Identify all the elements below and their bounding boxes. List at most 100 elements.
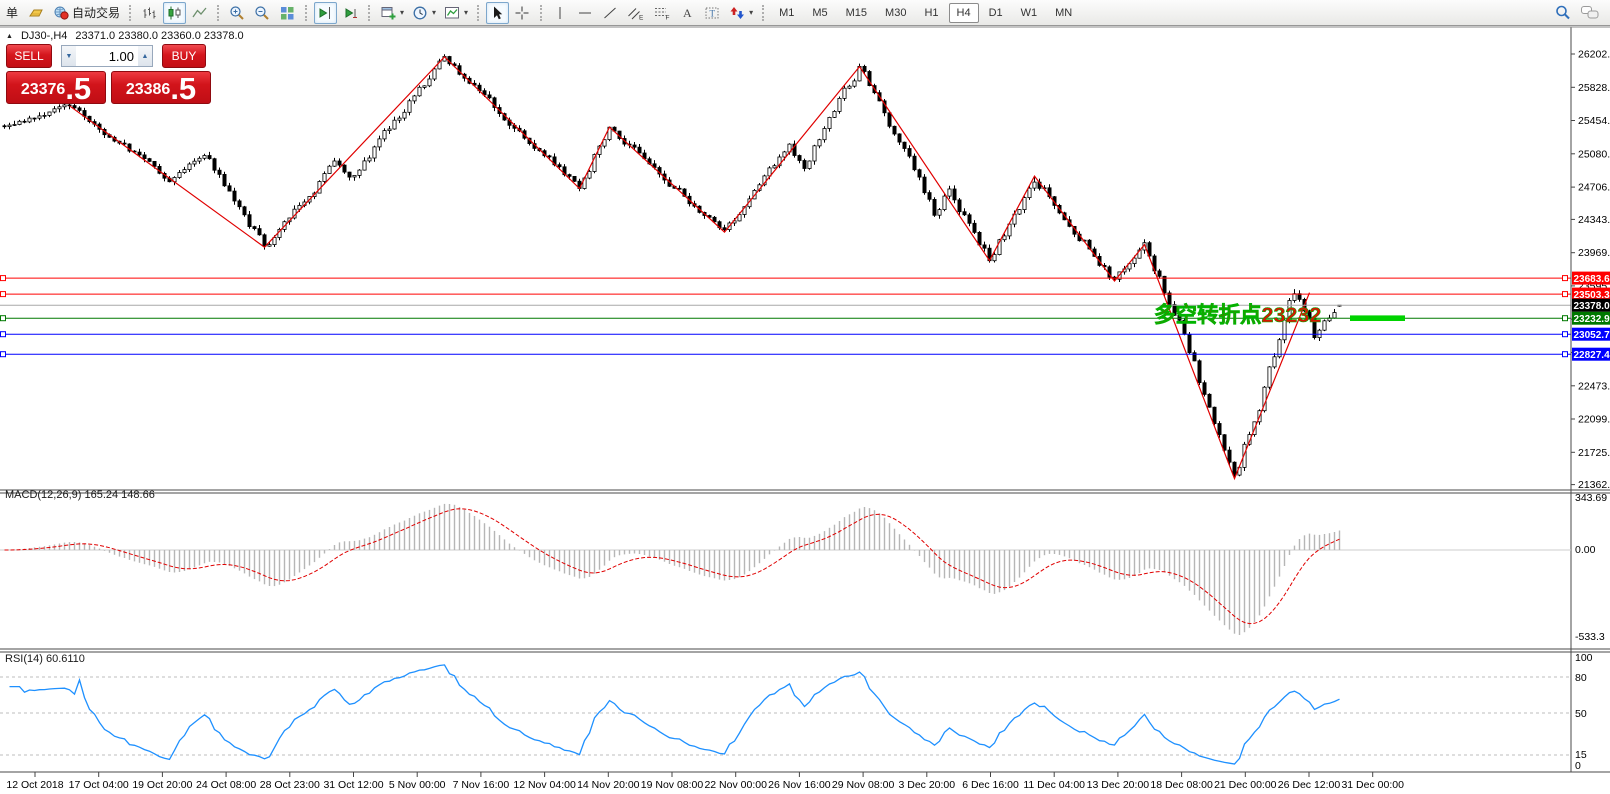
- new-order-label: 单: [4, 4, 20, 21]
- svg-text:14 Nov 20:00: 14 Nov 20:00: [577, 779, 640, 791]
- svg-text:12 Oct 2018: 12 Oct 2018: [6, 779, 63, 791]
- tile-windows-icon: [279, 5, 296, 21]
- one-click-trading-panel: SELL ▼ ▲ BUY 23376.5 23386.5: [6, 44, 212, 104]
- horizontal-line-button[interactable]: [574, 2, 597, 24]
- svg-text:26 Dec 12:00: 26 Dec 12:00: [1278, 779, 1341, 791]
- chart-ohlc: 23371.0 23380.0 23360.0 23378.0: [75, 30, 243, 42]
- zoom-out-button[interactable]: [251, 2, 274, 24]
- candlestick-chart-button[interactable]: [163, 2, 186, 24]
- toolbar-grip: [762, 5, 765, 21]
- svg-text:25454.0: 25454.0: [1578, 115, 1610, 127]
- timeframe-button-m5[interactable]: M5: [804, 3, 835, 23]
- svg-text:100: 100: [1575, 652, 1593, 664]
- chart-canvas[interactable]: 多空转折点23232 26202.0 25828.0 25454.0 25080.0 24…: [0, 0, 1610, 794]
- svg-text:-533.3: -533.3: [1575, 631, 1605, 643]
- new-chart-icon: [380, 5, 397, 21]
- collapse-panel-icon[interactable]: ▲: [6, 33, 13, 40]
- timeframe-button-mn[interactable]: MN: [1047, 3, 1080, 23]
- timeframe-button-m15[interactable]: M15: [838, 3, 875, 23]
- svg-text:13 Dec 20:00: 13 Dec 20:00: [1087, 779, 1150, 791]
- svg-text:24706.0: 24706.0: [1578, 182, 1610, 194]
- toolbar-grip: [217, 5, 220, 21]
- gold-button[interactable]: [25, 2, 48, 24]
- svg-text:多空转折点23232: 多空转折点23232: [1154, 302, 1321, 327]
- sell-price-display[interactable]: 23376.5: [6, 71, 106, 104]
- timeframe-button-h1[interactable]: H1: [916, 3, 946, 23]
- zoom-in-button[interactable]: [226, 2, 249, 24]
- svg-text:343.69: 343.69: [1575, 492, 1607, 504]
- svg-text:E: E: [639, 14, 644, 21]
- cursor-button[interactable]: [486, 2, 509, 24]
- svg-text:24343.0: 24343.0: [1578, 214, 1610, 226]
- chart-shift-icon: [317, 5, 334, 21]
- bar-chart-button[interactable]: [138, 2, 161, 24]
- timeframe-toolbar: M1M5M15M30H1H4D1W1MN: [770, 3, 1081, 23]
- vertical-line-button[interactable]: [549, 2, 572, 24]
- search-button[interactable]: [1551, 2, 1575, 24]
- svg-text:T: T: [710, 8, 716, 18]
- crosshair-icon: [514, 5, 531, 21]
- svg-text:6 Dec 16:00: 6 Dec 16:00: [962, 779, 1019, 791]
- tile-windows-button[interactable]: [276, 2, 299, 24]
- auto-trading-button[interactable]: 自动交易: [50, 2, 123, 24]
- sell-price-frac: .5: [65, 77, 91, 102]
- svg-text:26202.0: 26202.0: [1578, 49, 1610, 61]
- line-chart-button[interactable]: [188, 2, 211, 24]
- chart-symbol-period: DJ30-,H4: [21, 30, 67, 42]
- svg-text:22 Nov 00:00: 22 Nov 00:00: [704, 779, 767, 791]
- svg-text:25080.0: 25080.0: [1578, 148, 1610, 160]
- svg-text:19 Oct 20:00: 19 Oct 20:00: [132, 779, 192, 791]
- timeframe-button-m1[interactable]: M1: [771, 3, 802, 23]
- search-icon: [1554, 4, 1572, 21]
- buy-button[interactable]: BUY: [162, 44, 206, 68]
- svg-text:25828.0: 25828.0: [1578, 82, 1610, 94]
- svg-text:21362.0: 21362.0: [1578, 479, 1610, 491]
- volume-input[interactable]: [76, 46, 138, 66]
- svg-text:80: 80: [1575, 672, 1587, 684]
- periods-button[interactable]: ▾: [409, 2, 439, 24]
- svg-text:23969.0: 23969.0: [1578, 247, 1610, 259]
- trendline-icon: [602, 5, 619, 21]
- arrow-tools-button[interactable]: ▾: [726, 2, 756, 24]
- svg-text:22099.0: 22099.0: [1578, 414, 1610, 426]
- volume-stepper: ▼ ▲: [61, 45, 153, 67]
- volume-increase-button[interactable]: ▲: [138, 46, 152, 66]
- indicators-button[interactable]: ▾: [441, 2, 471, 24]
- auto-trading-label: 自动交易: [72, 4, 120, 21]
- timeframe-button-h4[interactable]: H4: [949, 3, 979, 23]
- trendline-button[interactable]: [599, 2, 622, 24]
- gold-bar-icon: [28, 5, 45, 21]
- cursor-icon: [489, 5, 506, 21]
- chat-button[interactable]: [1577, 2, 1603, 24]
- new-chart-button[interactable]: ▾: [377, 2, 407, 24]
- new-order-button[interactable]: 单: [1, 2, 23, 24]
- svg-text:17 Oct 04:00: 17 Oct 04:00: [69, 779, 129, 791]
- trade-controls-row: SELL ▼ ▲ BUY: [6, 44, 212, 68]
- auto-scroll-button[interactable]: [339, 2, 362, 24]
- svg-text:26 Nov 16:00: 26 Nov 16:00: [768, 779, 831, 791]
- svg-text:12 Nov 04:00: 12 Nov 04:00: [513, 779, 576, 791]
- chart-shift-button[interactable]: [314, 2, 337, 24]
- toolbar-grip: [540, 5, 543, 21]
- equidistant-channel-button[interactable]: E: [624, 2, 648, 24]
- toolbar-grip: [477, 5, 480, 21]
- text-label-button[interactable]: T: [701, 2, 724, 24]
- timeframe-button-d1[interactable]: D1: [981, 3, 1011, 23]
- svg-text:22473.0: 22473.0: [1578, 380, 1610, 392]
- dropdown-caret: ▾: [432, 8, 436, 17]
- timeframe-button-w1[interactable]: W1: [1013, 3, 1046, 23]
- text-label-icon: T: [704, 5, 721, 21]
- svg-text:31 Dec 00:00: 31 Dec 00:00: [1341, 779, 1404, 791]
- svg-text:5 Nov 00:00: 5 Nov 00:00: [389, 779, 446, 791]
- svg-text:50: 50: [1575, 708, 1587, 720]
- fibonacci-button[interactable]: F: [650, 2, 674, 24]
- volume-decrease-button[interactable]: ▼: [62, 46, 76, 66]
- buy-price-display[interactable]: 23386.5: [111, 71, 211, 104]
- sell-button[interactable]: SELL: [6, 44, 52, 68]
- zoom-out-icon: [254, 5, 271, 21]
- svg-text:31 Oct 12:00: 31 Oct 12:00: [323, 779, 383, 791]
- text-button[interactable]: A: [676, 2, 699, 24]
- timeframe-button-m30[interactable]: M30: [877, 3, 914, 23]
- crosshair-button[interactable]: [511, 2, 534, 24]
- svg-text:23378.0: 23378.0: [1574, 301, 1610, 312]
